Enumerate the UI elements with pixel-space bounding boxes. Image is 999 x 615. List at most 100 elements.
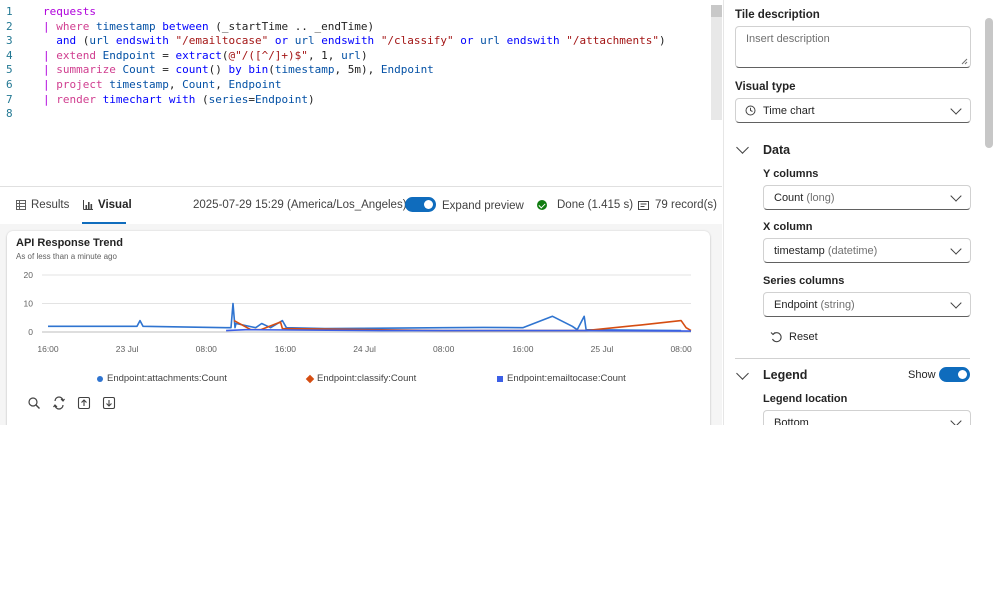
code-token: |	[43, 63, 57, 77]
code-token: ()	[208, 63, 229, 77]
code-token: url	[89, 34, 116, 48]
code-text: requests	[43, 5, 96, 19]
code-token: or	[274, 34, 295, 48]
visual-type-label: Visual type	[735, 81, 796, 93]
code-token: =	[248, 92, 255, 106]
line-number: 3	[6, 34, 13, 48]
data-section-header[interactable]: Data	[763, 143, 790, 157]
code-token: @"/([^/]+)$"	[228, 48, 308, 62]
x-tick-label: 23 Jul	[116, 344, 139, 354]
editor-scrollbar[interactable]	[711, 5, 722, 120]
query-status-label: Done (1.415 s)	[557, 199, 634, 211]
line-number: 1	[6, 5, 13, 18]
x-column-value-group: timestamp (datetime)	[774, 245, 877, 257]
chart-title: API Response Trend	[16, 237, 123, 249]
query-status: Done (1.415 s)	[537, 199, 633, 211]
query-editor[interactable]: 1 requests 2 | where timestamp between (_st…	[0, 0, 722, 186]
code-token: where	[56, 19, 96, 33]
legend-section-header[interactable]: Legend	[763, 368, 807, 382]
y-columns-dropdown[interactable]: Count (long)	[763, 185, 971, 210]
tab-results-label: Results	[31, 199, 70, 211]
settings-scrollbar[interactable]	[985, 18, 993, 148]
tile-description-input[interactable]: Insert description	[735, 26, 971, 68]
line-number: 2	[6, 19, 13, 33]
code-token: or	[460, 34, 481, 48]
download-icon[interactable]	[102, 396, 116, 410]
line-number: 7	[6, 92, 13, 106]
line-number: 4	[6, 48, 13, 62]
legend-item[interactable]: Endpoint:classify:Count	[305, 373, 416, 384]
chevron-down-icon	[950, 243, 962, 255]
legend-item[interactable]: Endpoint:attachments:Count	[97, 373, 227, 384]
code-text: | summarize Count = count() by bin(times…	[43, 63, 434, 77]
code-token: |	[43, 19, 57, 33]
series-line	[233, 319, 692, 332]
tile-description-label: Tile description	[735, 9, 820, 21]
circle-marker-icon	[97, 375, 103, 382]
x-tick-label: 16:00	[37, 344, 59, 354]
chevron-down-icon	[950, 190, 962, 202]
series-columns-value-group: Endpoint (string)	[774, 299, 855, 311]
code-token: timestamp	[96, 19, 163, 33]
chevron-down-icon	[950, 297, 962, 309]
y-tick-label: 10	[24, 299, 34, 309]
tab-visual[interactable]: Visual	[83, 199, 132, 211]
code-text: | extend Endpoint = extract(@"/([^/]+)$"…	[43, 49, 368, 63]
series-line	[48, 302, 682, 332]
code-text: and (url endswith "/emailtocase" or url …	[43, 34, 666, 48]
code-token: Endpoint	[228, 78, 282, 91]
code-token: between	[162, 19, 216, 33]
zoom-icon[interactable]	[27, 396, 41, 410]
legend-show-label: Show	[908, 369, 936, 381]
code-token: series	[208, 92, 249, 106]
time-chart[interactable]: 0 10 20 16:00 23 Jul 08:00 16:00 24 Jul 08:00 16:…	[0, 260, 722, 365]
code-token: |	[43, 48, 57, 62]
legend-location-value: Bottom	[774, 417, 809, 425]
expand-preview-label: Expand preview	[442, 199, 524, 212]
code-token: ,	[215, 78, 229, 91]
legend-location-dropdown[interactable]: Bottom	[763, 410, 971, 425]
code-token: timechart	[102, 92, 169, 106]
visual-type-dropdown[interactable]: Time chart	[735, 98, 971, 123]
legend-location-label: Legend location	[763, 393, 848, 405]
code-token: timestamp	[274, 63, 335, 77]
refresh-icon[interactable]	[52, 396, 66, 410]
tile-description-placeholder: Insert description	[746, 33, 830, 45]
legend-show-toggle[interactable]	[939, 367, 970, 382]
record-count: 79 record(s)	[638, 199, 717, 211]
code-token: bin	[248, 63, 269, 77]
code-token: )	[360, 48, 368, 62]
code-token: )	[659, 34, 666, 48]
tab-results[interactable]: Results	[16, 199, 69, 211]
series-columns-dropdown[interactable]: Endpoint (string)	[763, 292, 971, 317]
code-token: Endpoint	[254, 92, 308, 106]
code-token: url	[341, 48, 361, 62]
code-token: endswith	[321, 34, 381, 48]
editor-scrollbar-thumb[interactable]	[711, 5, 722, 17]
legend-label: Endpoint:emailtocase:Count	[507, 373, 626, 384]
code-token: url	[480, 34, 507, 48]
resize-handle-icon[interactable]	[961, 58, 968, 65]
code-token: Endpoint	[380, 63, 434, 77]
series-columns-type: (string)	[820, 299, 855, 311]
export-up-icon[interactable]	[77, 396, 91, 410]
code-token: =	[162, 63, 176, 77]
expand-preview-toggle[interactable]: Expand preview	[405, 197, 524, 212]
line-number: 5	[6, 63, 13, 77]
x-column-label: X column	[763, 221, 813, 233]
toggle-switch[interactable]	[405, 197, 436, 212]
legend-item[interactable]: Endpoint:emailtocase:Count	[497, 373, 626, 384]
x-tick-label: 08:00	[670, 344, 692, 354]
x-column-dropdown[interactable]: timestamp (datetime)	[763, 238, 971, 263]
table-icon	[16, 200, 26, 210]
chevron-down-icon	[950, 103, 962, 115]
x-tick-label: 16:00	[275, 344, 297, 354]
code-token: url	[294, 34, 322, 48]
reset-button[interactable]: Reset	[770, 331, 818, 343]
results-toolbar: Results Visual 2025-07-29 15:29 (America…	[0, 186, 722, 225]
code-token: summarize	[56, 63, 123, 77]
y-columns-value-group: Count (long)	[774, 192, 835, 204]
x-tick-label: 08:00	[433, 344, 455, 354]
query-timestamp: 2025-07-29 15:29 (America/Los_Angeles)	[193, 199, 407, 211]
code-token: (	[201, 92, 209, 106]
